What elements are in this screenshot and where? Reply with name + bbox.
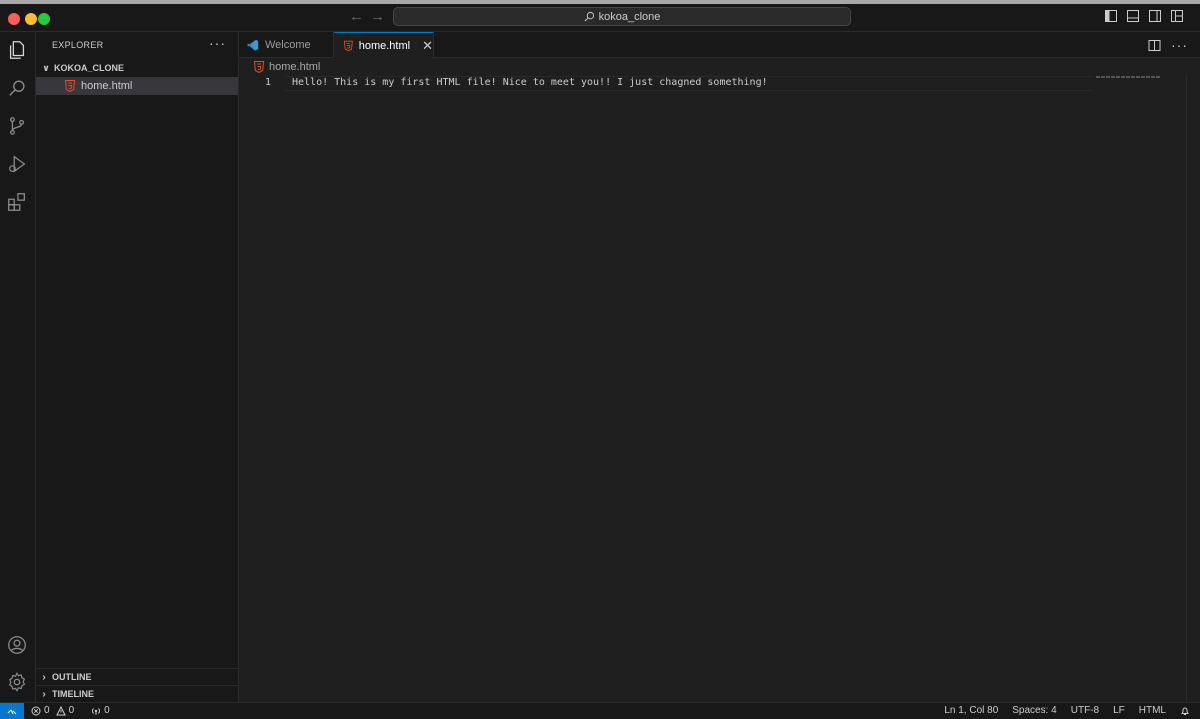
html-file-icon bbox=[254, 61, 264, 73]
encoding[interactable]: UTF-8 bbox=[1071, 705, 1099, 716]
chevron-right-icon: › bbox=[42, 671, 46, 683]
editor-tab-bar: Welcome home.html ✕ ··· bbox=[239, 32, 1200, 59]
close-icon[interactable]: ✕ bbox=[422, 38, 433, 54]
toggle-panel-icon[interactable] bbox=[1126, 9, 1140, 23]
tab-home-html[interactable]: home.html ✕ bbox=[334, 32, 434, 59]
language-mode[interactable]: HTML bbox=[1139, 705, 1166, 716]
end-of-line[interactable]: LF bbox=[1113, 705, 1125, 716]
error-count: 0 bbox=[44, 705, 50, 716]
outline-label: OUTLINE bbox=[52, 672, 92, 682]
remote-icon bbox=[7, 709, 17, 714]
outline-section[interactable]: › OUTLINE bbox=[36, 668, 238, 685]
breadcrumb-file: home.html bbox=[269, 61, 321, 73]
editor-scrollbar[interactable] bbox=[1186, 75, 1200, 702]
tab-label: home.html bbox=[358, 40, 411, 52]
customize-layout-icon[interactable] bbox=[1170, 9, 1184, 23]
more-actions-icon[interactable]: ··· bbox=[1171, 37, 1188, 53]
tab-welcome[interactable]: Welcome bbox=[239, 32, 334, 58]
folder-name: KOKOA_CLONE bbox=[54, 63, 125, 73]
timeline-label: TIMELINE bbox=[52, 689, 94, 699]
activity-bar bbox=[0, 32, 36, 702]
close-window-button[interactable] bbox=[8, 13, 20, 25]
vscode-logo-icon bbox=[247, 39, 259, 51]
code-line[interactable]: Hello! This is my first HTML file! Nice … bbox=[292, 77, 768, 88]
explorer-sidebar: EXPLORER ··· ∨ KOKOA_CLONE home.html › O… bbox=[36, 32, 239, 702]
breadcrumb[interactable]: home.html bbox=[239, 59, 1200, 75]
file-name: home.html bbox=[81, 80, 133, 92]
code-editor[interactable]: 1 Hello! This is my first HTML file! Nic… bbox=[239, 75, 1200, 702]
remote-indicator[interactable] bbox=[0, 703, 24, 719]
html-file-icon bbox=[65, 80, 75, 92]
back-arrow-icon[interactable]: ← bbox=[349, 9, 364, 25]
folder-kokoa-clone[interactable]: ∨ KOKOA_CLONE bbox=[36, 60, 238, 76]
title-bar: ← → kokoa_clone bbox=[0, 0, 1200, 32]
search-icon[interactable] bbox=[5, 76, 29, 100]
minimize-window-button[interactable] bbox=[25, 13, 37, 25]
warning-count: 0 bbox=[68, 705, 75, 716]
indentation[interactable]: Spaces: 4 bbox=[1012, 705, 1056, 716]
line-number: 1 bbox=[264, 77, 271, 88]
error-icon bbox=[31, 706, 41, 715]
source-control-icon[interactable] bbox=[5, 114, 29, 138]
forward-arrow-icon[interactable]: → bbox=[370, 9, 385, 25]
warning-icon bbox=[55, 705, 66, 715]
notifications-bell-icon[interactable] bbox=[1180, 706, 1190, 716]
explorer-icon[interactable] bbox=[5, 38, 29, 62]
run-and-debug-icon[interactable] bbox=[5, 152, 29, 176]
chevron-right-icon: › bbox=[42, 688, 46, 700]
more-actions-icon[interactable]: ··· bbox=[209, 35, 226, 51]
ports-icon bbox=[92, 707, 101, 715]
command-center-search[interactable]: kokoa_clone bbox=[393, 7, 851, 26]
search-text: kokoa_clone bbox=[598, 10, 661, 23]
cursor-position[interactable]: Ln 1, Col 80 bbox=[944, 705, 998, 716]
split-editor-icon[interactable] bbox=[1148, 39, 1161, 52]
tab-label: Welcome bbox=[265, 39, 311, 51]
minimap[interactable] bbox=[1096, 76, 1160, 78]
explorer-header: EXPLORER bbox=[52, 40, 104, 50]
status-bar: 0 0 0 Ln 1, Col 80 Spaces: 4 UTF-8 LF HT… bbox=[0, 702, 1200, 719]
toggle-secondary-sidebar-icon[interactable] bbox=[1148, 9, 1162, 23]
extensions-icon[interactable] bbox=[5, 190, 29, 214]
timeline-section[interactable]: › TIMELINE bbox=[36, 685, 238, 702]
html-file-icon bbox=[344, 40, 353, 52]
maximize-window-button[interactable] bbox=[38, 13, 50, 25]
settings-gear-icon[interactable] bbox=[5, 670, 29, 694]
chevron-down-icon: ∨ bbox=[42, 62, 50, 73]
ports-count: 0 bbox=[104, 705, 110, 716]
account-icon[interactable] bbox=[5, 633, 29, 657]
toggle-primary-sidebar-icon[interactable] bbox=[1104, 9, 1118, 23]
search-icon bbox=[584, 11, 594, 22]
file-item-home-html[interactable]: home.html bbox=[36, 77, 238, 95]
problems-indicator[interactable]: 0 0 0 bbox=[31, 705, 110, 716]
